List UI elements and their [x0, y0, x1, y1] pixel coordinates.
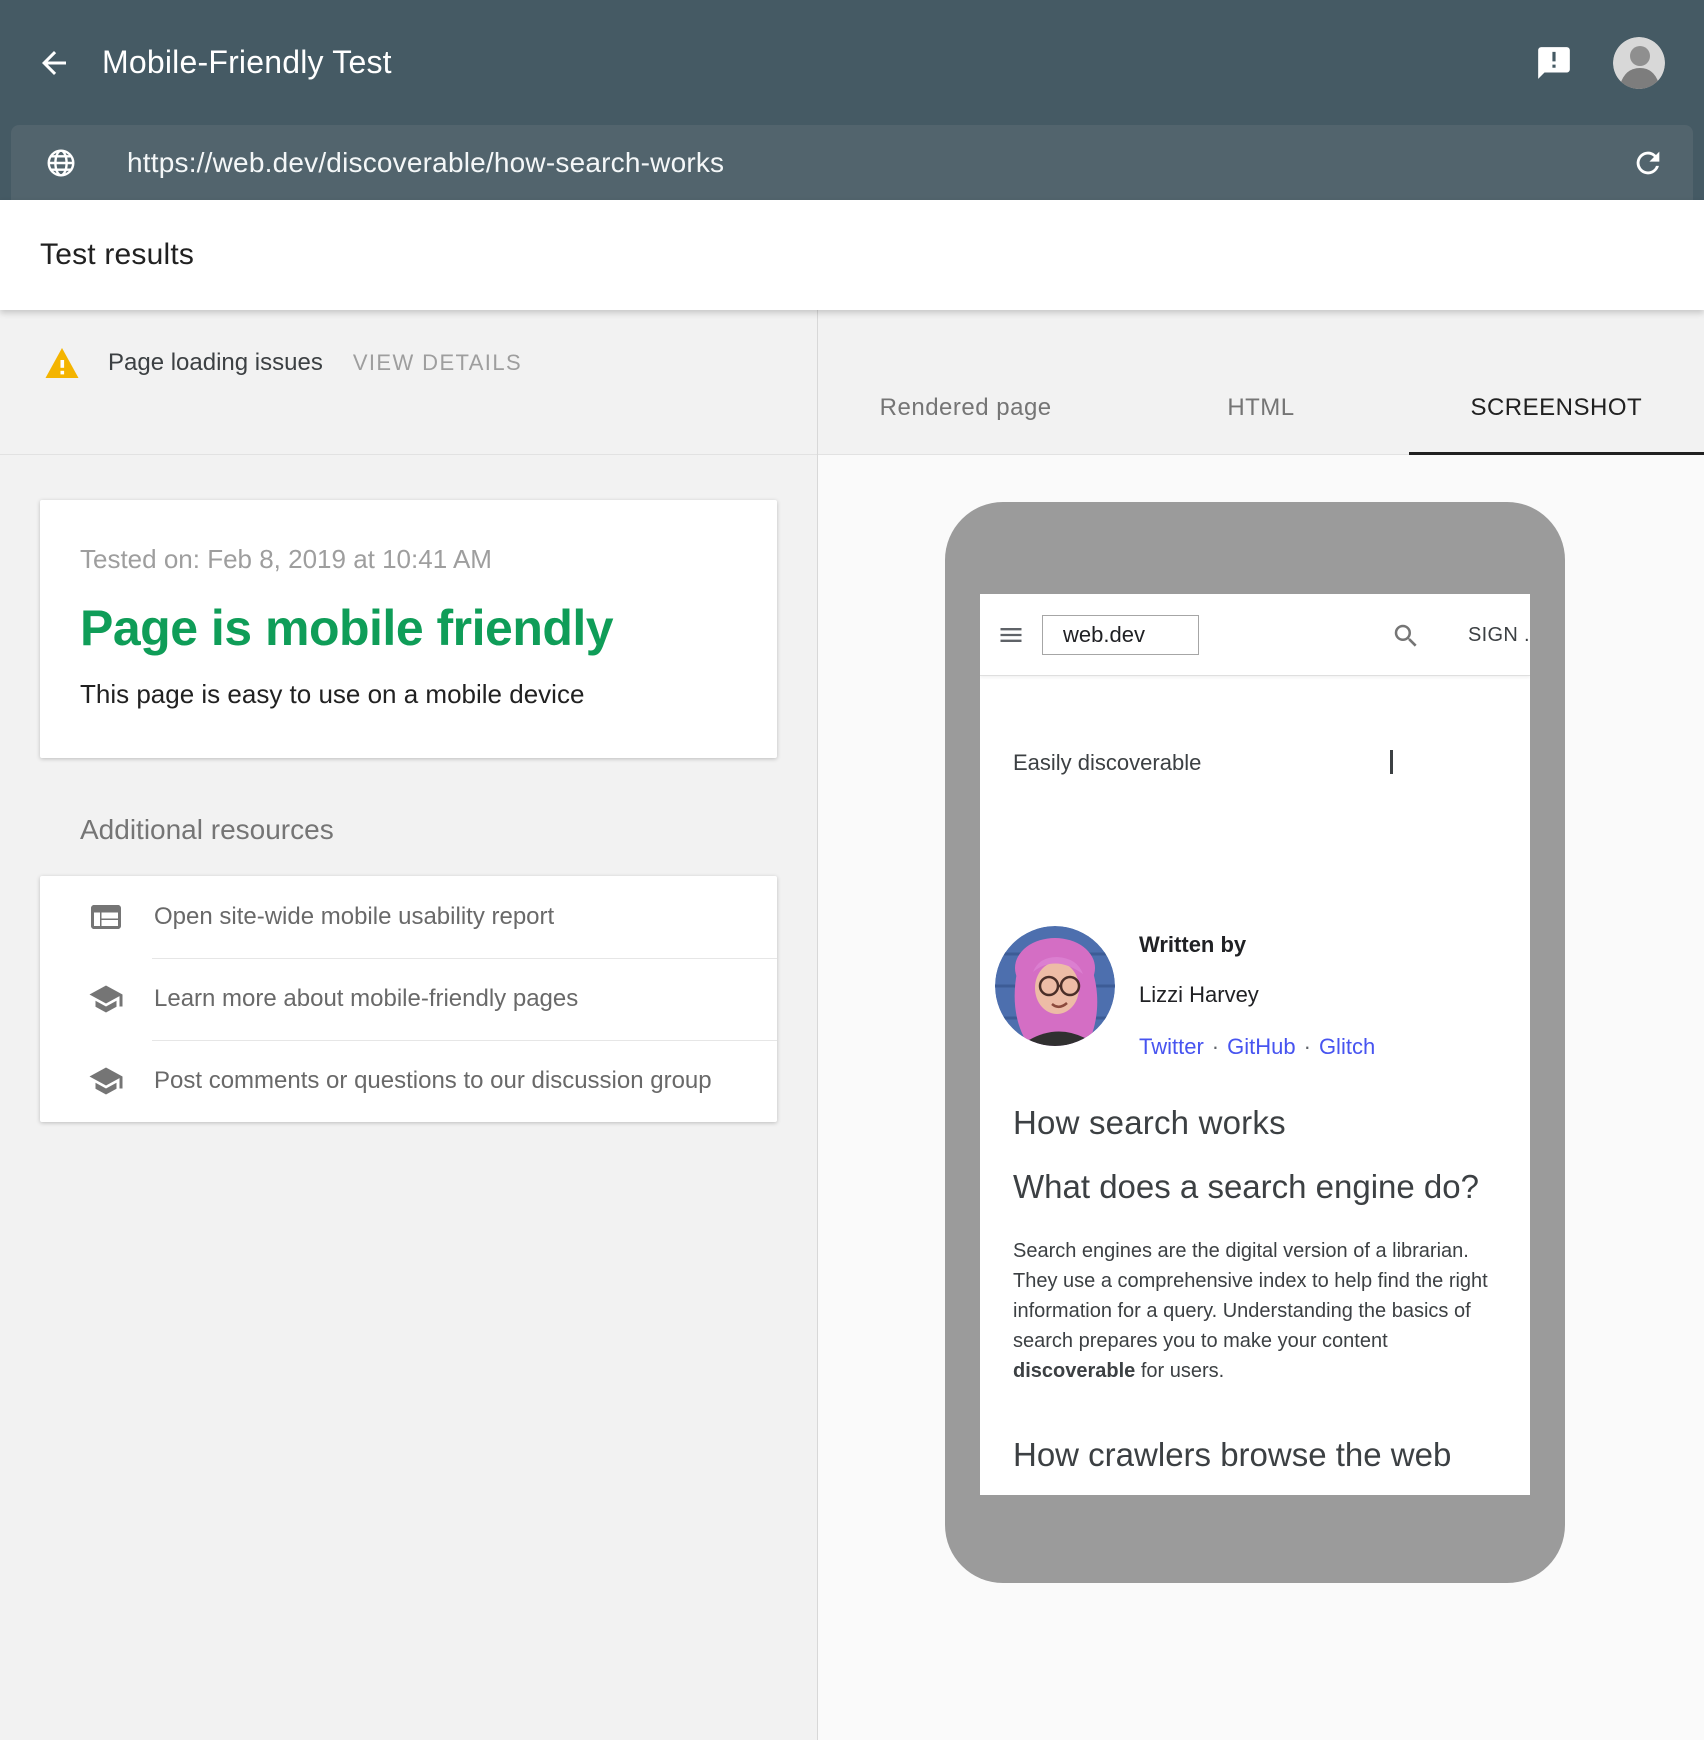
body-text: for users. [1135, 1360, 1224, 1382]
tab-rendered-page[interactable]: Rendered page [818, 310, 1113, 454]
view-details-button[interactable]: VIEW DETAILS [353, 346, 522, 380]
twitter-link[interactable]: Twitter [1139, 1034, 1204, 1059]
webdev-search-input[interactable]: web.dev [1042, 615, 1199, 655]
url-text[interactable]: https://web.dev/discoverable/how-search-… [127, 147, 724, 179]
article-title: How search works [1013, 1104, 1515, 1142]
warning-icon [44, 346, 80, 380]
issues-label: Page loading issues [108, 346, 323, 380]
section-heading-search-engine: What does a search engine do? [1013, 1168, 1515, 1206]
phone-screen: web.dev SIGN ... Easily discoverable [980, 594, 1530, 1495]
author-links: Twitter · GitHub · Glitch [1139, 1034, 1375, 1060]
user-photo-icon [1613, 37, 1665, 89]
github-link[interactable]: GitHub [1227, 1034, 1295, 1059]
section-heading-crawlers: How crawlers browse the web [1013, 1436, 1515, 1474]
tested-on-timestamp: Tested on: Feb 8, 2019 at 10:41 AM [80, 544, 737, 575]
url-bar[interactable]: https://web.dev/discoverable/how-search-… [11, 125, 1693, 200]
refresh-icon [1631, 146, 1665, 180]
page-title: Test results [40, 238, 194, 272]
dot-separator: · [1212, 1034, 1219, 1059]
author-name: Lizzi Harvey [1139, 982, 1375, 1008]
app-bar: Mobile-Friendly Test [0, 0, 1704, 125]
written-by-label: Written by [1139, 932, 1375, 958]
resource-learn-more[interactable]: Learn more about mobile-friendly pages [40, 958, 777, 1040]
globe-icon [45, 147, 77, 179]
author-block: Written by Lizzi Harvey Twitter · GitHub · G… [980, 926, 1530, 1060]
body-bold-text: discoverable [1013, 1360, 1135, 1382]
school-icon [88, 1063, 124, 1099]
article: How search works What does a search engi… [980, 1104, 1530, 1495]
search-value: web.dev [1063, 622, 1145, 648]
sign-in-button[interactable]: SIGN ... [1468, 624, 1530, 647]
resource-label: Learn more about mobile-friendly pages [154, 985, 578, 1013]
webdev-site-header: web.dev SIGN ... [980, 594, 1530, 676]
tab-html[interactable]: HTML [1113, 310, 1408, 454]
refresh-button[interactable] [1631, 146, 1665, 180]
resource-discussion-group[interactable]: Post comments or questions to our discus… [40, 1040, 777, 1122]
content-split: Page loading issues VIEW DETAILS Tested … [0, 310, 1704, 1740]
additional-resources-heading: Additional resources [80, 814, 817, 846]
resource-label: Open site-wide mobile usability report [154, 903, 554, 931]
feedback-button[interactable] [1535, 44, 1573, 82]
author-avatar [995, 926, 1115, 1046]
tab-screenshot[interactable]: SCREENSHOT [1409, 310, 1704, 454]
dot-separator: · [1304, 1034, 1311, 1059]
page-loading-issues-row: Page loading issues VIEW DETAILS [0, 310, 817, 455]
body-text: Search engines are the digital version o… [1013, 1240, 1488, 1352]
page-title-bar: Test results [0, 200, 1704, 310]
section-body-search-engine: Search engines are the digital version o… [1013, 1236, 1515, 1386]
screenshot-area: web.dev SIGN ... Easily discoverable [818, 455, 1704, 1740]
breadcrumb[interactable]: Easily discoverable [1013, 750, 1201, 775]
hamburger-menu-icon[interactable] [997, 621, 1025, 649]
breadcrumb-row: Easily discoverable [980, 750, 1530, 776]
resource-label: Post comments or questions to our discus… [154, 1067, 712, 1095]
school-icon [88, 981, 124, 1017]
app-bar-actions [1535, 37, 1665, 89]
verdict-text: Page is mobile friendly [80, 599, 737, 657]
glitch-link[interactable]: Glitch [1319, 1034, 1375, 1059]
additional-resources-card: Open site-wide mobile usability report L… [40, 876, 777, 1122]
preview-tabs: Rendered page HTML SCREENSHOT [818, 310, 1704, 455]
result-card: Tested on: Feb 8, 2019 at 10:41 AM Page … [40, 500, 777, 758]
mobile-friendly-test-app: Mobile-Friendly Test [0, 0, 1704, 1740]
preview-panel: Rendered page HTML SCREENSHOT web.dev [818, 310, 1704, 1740]
web-report-icon [88, 899, 124, 935]
back-button[interactable] [36, 45, 72, 81]
app-title: Mobile-Friendly Test [102, 44, 392, 81]
clipped-toc-icon [1390, 750, 1393, 774]
resource-usability-report[interactable]: Open site-wide mobile usability report [40, 876, 777, 958]
account-avatar[interactable] [1613, 37, 1665, 89]
phone-mockup: web.dev SIGN ... Easily discoverable [945, 502, 1565, 1583]
url-bar-wrap: https://web.dev/discoverable/how-search-… [0, 125, 1704, 200]
author-info: Written by Lizzi Harvey Twitter · GitHub · G… [1139, 926, 1375, 1060]
magnifier-icon[interactable] [1391, 621, 1421, 651]
verdict-description: This page is easy to use on a mobile dev… [80, 679, 737, 710]
feedback-bubble-icon [1535, 44, 1573, 82]
arrow-left-icon [36, 45, 72, 81]
results-panel: Page loading issues VIEW DETAILS Tested … [0, 310, 818, 1740]
